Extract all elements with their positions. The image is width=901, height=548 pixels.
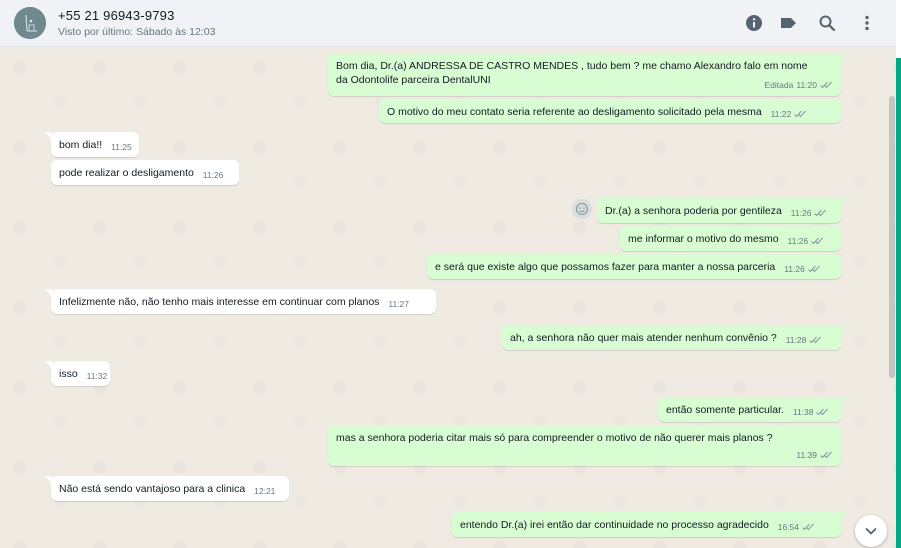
read-ticks-icon xyxy=(794,110,807,118)
message-text: mas a senhora poderia citar mais só para… xyxy=(336,432,773,444)
read-ticks-icon xyxy=(811,237,824,245)
chevron-down-icon xyxy=(865,528,877,535)
message-meta: 11:39 xyxy=(796,448,833,462)
scrollbar-thumb[interactable] xyxy=(889,96,895,378)
message-incoming[interactable]: isso 11:32 xyxy=(45,361,110,386)
message-text: bom dia!! xyxy=(59,139,103,151)
message-outgoing[interactable]: então somente particular. 11:38 xyxy=(658,397,847,422)
message-time: 11:22 xyxy=(770,109,792,119)
message-time: 11:27 xyxy=(388,299,409,309)
message-text: Infelizmente não, não tenho mais interes… xyxy=(59,296,380,308)
message-text: Dr.(a) a senhora poderia por gentileza xyxy=(605,205,782,217)
emoji-reaction-button[interactable] xyxy=(572,199,592,219)
message-meta: 12:21 xyxy=(254,484,275,498)
message-time: 11:32 xyxy=(86,371,108,381)
message-outgoing[interactable]: mas a senhora poderia citar mais só para… xyxy=(328,425,841,466)
message-text: O motivo do meu contato seria referente … xyxy=(387,106,762,118)
read-ticks-icon xyxy=(807,265,821,273)
message-text: Bom dia, Dr.(a) ANDRESSA DE CASTRO MENDE… xyxy=(336,60,808,72)
message-outgoing[interactable]: me informar o motivo do mesmo 11:26 xyxy=(620,226,841,251)
message-meta: 11:26 xyxy=(203,168,224,182)
read-ticks-icon xyxy=(814,209,827,217)
message-incoming[interactable]: Não está sendo vantajoso para a clinica … xyxy=(45,476,289,501)
message-text: ah, a senhora não quer mais atender nenh… xyxy=(510,332,777,344)
message-meta: 11:38 xyxy=(793,405,830,419)
message-meta: 11:26 xyxy=(791,206,828,220)
message-meta: 11:26 xyxy=(787,234,824,248)
edited-label: Editada xyxy=(764,80,794,90)
message-text: então somente particular. xyxy=(666,404,784,416)
contact-name[interactable]: +55 21 96943-9793 xyxy=(58,8,175,23)
menu-icon[interactable] xyxy=(857,13,877,33)
message-outgoing[interactable]: Bom dia, Dr.(a) ANDRESSA DE CASTRO MENDE… xyxy=(328,53,847,96)
message-text: isso xyxy=(59,368,78,380)
read-ticks-icon xyxy=(809,336,822,344)
message-time: 11:25 xyxy=(111,142,132,152)
message-meta: Editada 11:20 xyxy=(765,78,833,92)
scroll-to-bottom-button[interactable] xyxy=(855,515,887,547)
read-ticks-icon xyxy=(802,523,815,531)
message-time: 11:28 xyxy=(785,335,807,345)
message-meta: 11:28 xyxy=(786,333,823,347)
message-outgoing[interactable]: Dr.(a) a senhora poderia por gentileza 1… xyxy=(597,198,847,223)
info-icon[interactable] xyxy=(744,13,764,33)
message-time: 11:26 xyxy=(784,264,805,274)
message-outgoing[interactable]: O motivo do meu contato seria referente … xyxy=(379,99,841,123)
message-text: e será que existe algo que possamos faze… xyxy=(435,261,776,273)
last-seen-status: Visto por último: Sábado às 12:03 xyxy=(58,26,216,38)
message-meta: 11:22 xyxy=(771,107,808,121)
message-time: 11:38 xyxy=(792,407,814,417)
message-outgoing[interactable]: ah, a senhora não quer mais atender nenh… xyxy=(502,325,847,350)
message-meta: 11:25 xyxy=(111,140,132,154)
message-meta: 11:32 xyxy=(87,369,108,383)
message-list[interactable]: Bom dia, Dr.(a) ANDRESSA DE CASTRO MENDE… xyxy=(0,47,896,548)
message-text: entendo Dr.(a) irei então dar continuida… xyxy=(460,519,769,531)
chat-header: +55 21 96943-9793 Visto por último: Sába… xyxy=(0,0,896,47)
message-meta: 11:27 xyxy=(388,297,409,311)
message-meta: 11:26 xyxy=(784,262,821,276)
message-text: me informar o motivo do mesmo xyxy=(628,233,779,245)
contact-avatar[interactable] xyxy=(14,7,46,39)
message-text: da Odontolife parceira DentalUNI xyxy=(336,74,491,86)
message-incoming[interactable]: pode realizar o desligamento 11:26 xyxy=(51,160,239,185)
message-time: 11:26 xyxy=(790,208,812,218)
message-time: 16:54 xyxy=(777,522,799,532)
read-ticks-icon xyxy=(820,81,833,89)
message-incoming[interactable]: bom dia!! 11:25 xyxy=(45,132,139,157)
message-time: 11:26 xyxy=(202,170,224,180)
message-text: pode realizar o desligamento xyxy=(59,167,194,179)
read-ticks-icon xyxy=(820,451,833,459)
message-time: 11:20 xyxy=(796,80,817,90)
smiley-icon xyxy=(575,202,589,216)
message-time: 11:39 xyxy=(796,450,817,460)
message-time: 11:26 xyxy=(787,236,809,246)
message-incoming[interactable]: Infelizmente não, não tenho mais interes… xyxy=(45,289,436,314)
read-ticks-icon xyxy=(816,408,829,416)
label-icon[interactable] xyxy=(778,13,798,33)
window-edge xyxy=(896,0,901,548)
message-text: Não está sendo vantajoso para a clinica xyxy=(59,483,246,495)
message-outgoing[interactable]: e será que existe algo que possamos faze… xyxy=(427,254,841,279)
message-time: 12:21 xyxy=(254,486,276,496)
message-meta: 16:54 xyxy=(778,520,815,534)
search-icon[interactable] xyxy=(817,13,837,33)
message-outgoing[interactable]: entendo Dr.(a) irei então dar continuida… xyxy=(452,512,847,537)
